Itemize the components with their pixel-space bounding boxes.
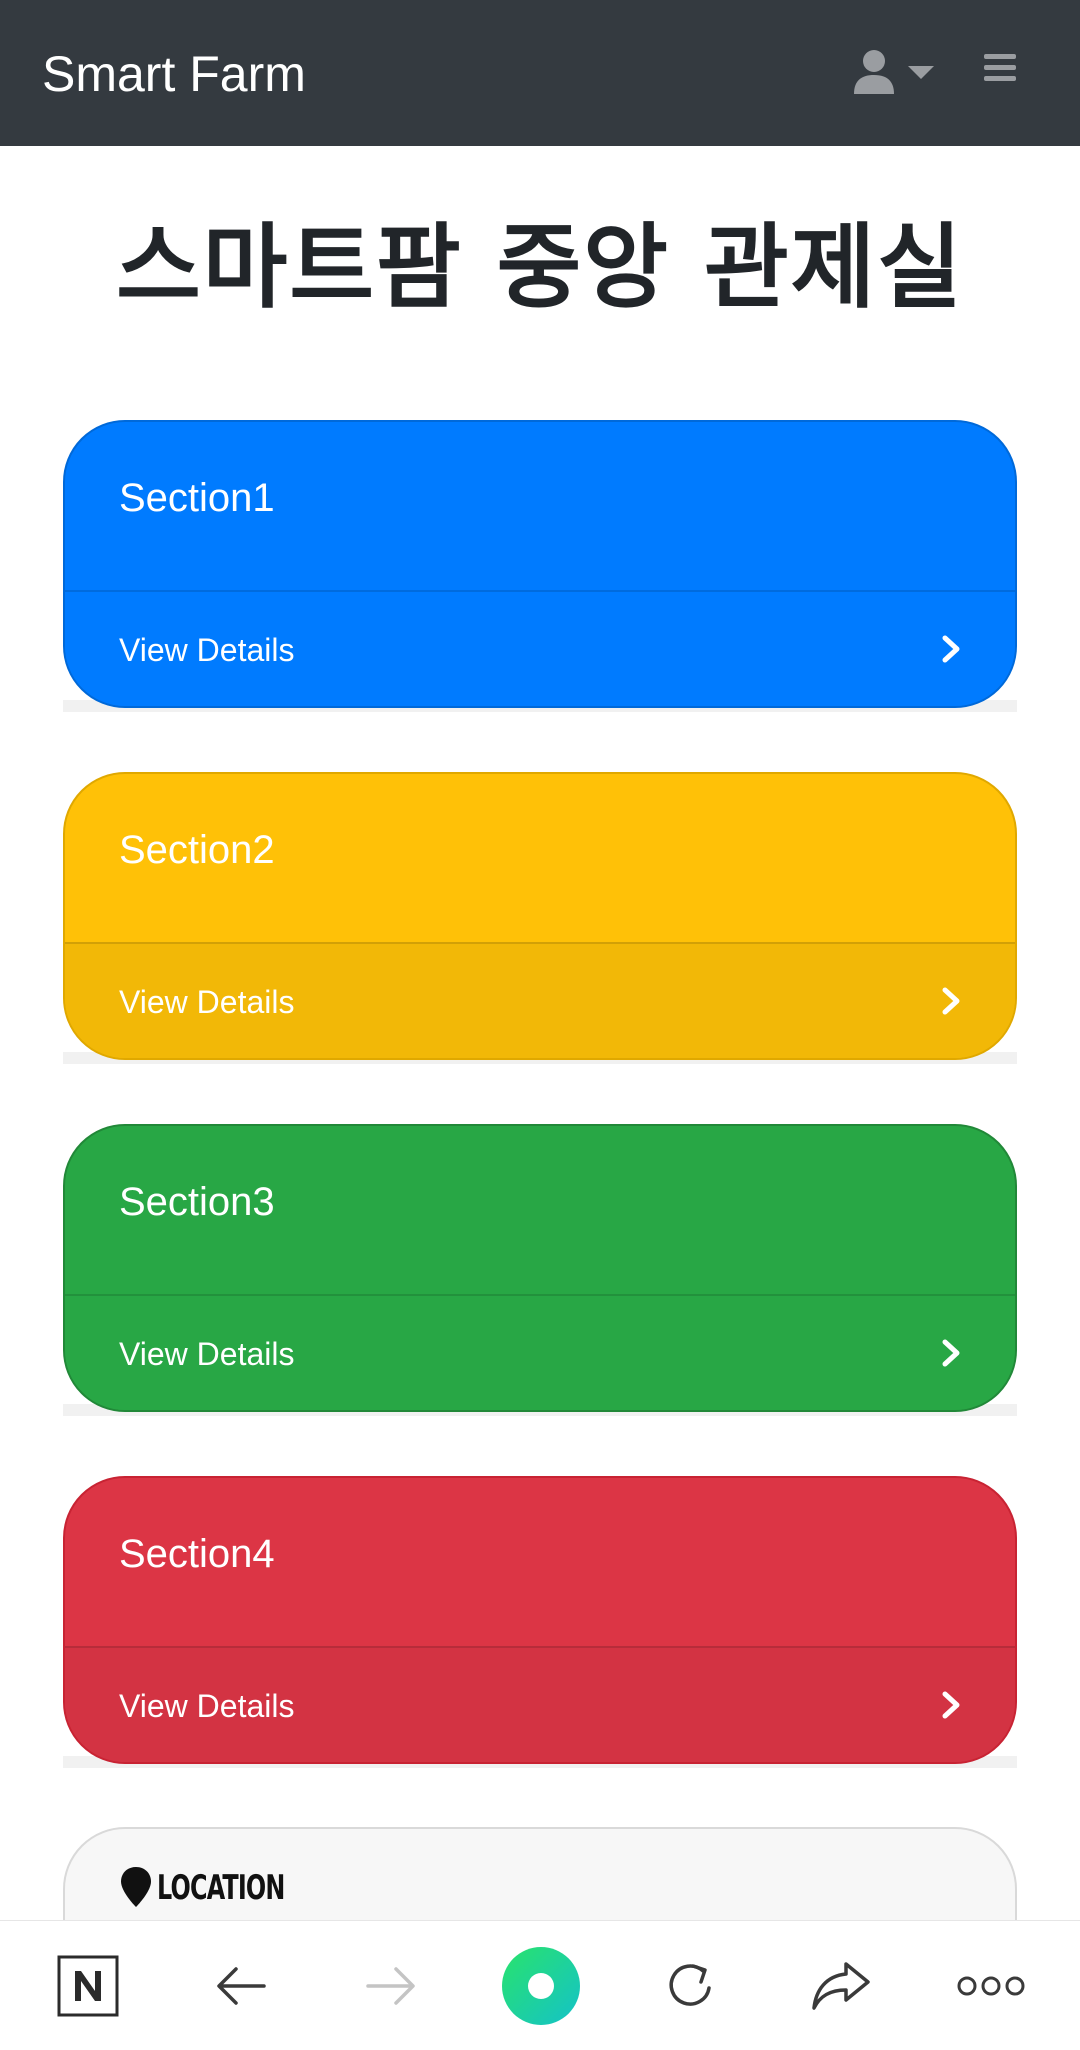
section-title: Section4 <box>119 1532 275 1576</box>
menu-toggle-button[interactable] <box>980 48 1020 88</box>
section-title: Section2 <box>119 828 275 872</box>
browser-toolbar <box>0 1920 1080 2050</box>
section-card-1: Section1 View Details <box>63 420 1017 708</box>
back-arrow-icon <box>217 1967 266 2005</box>
back-button[interactable] <box>196 1941 286 2031</box>
section-card-2: Section2 View Details <box>63 772 1017 1060</box>
reload-icon <box>669 1964 711 2006</box>
forward-arrow-icon <box>366 1967 415 2005</box>
section-card-body: Section2 <box>65 774 1015 942</box>
section-card-3: Section3 View Details <box>63 1124 1017 1412</box>
view-details-label: View Details <box>119 1688 295 1724</box>
page-title: 스마트팜 중앙 관제실 <box>116 214 964 321</box>
share-icon <box>812 1962 870 2010</box>
more-icon <box>957 1976 1025 1996</box>
brand-title[interactable]: Smart Farm <box>42 44 306 104</box>
view-details-label: View Details <box>119 984 295 1020</box>
section-card-4: Section4 View Details <box>63 1476 1017 1764</box>
chevron-right-icon <box>942 1339 960 1367</box>
green-dot-assistant-icon <box>502 1947 580 2025</box>
view-details-label: View Details <box>119 1336 295 1372</box>
section-card-body: Section4 <box>65 1478 1015 1646</box>
view-details-label: View Details <box>119 632 295 668</box>
naver-home-button[interactable] <box>43 1941 133 2031</box>
chevron-right-icon <box>942 987 960 1015</box>
top-navbar: Smart Farm <box>0 0 1080 146</box>
view-details-link[interactable]: View Details <box>65 942 1015 1058</box>
section-title: Section1 <box>119 476 275 520</box>
location-label: LOCATION <box>157 1868 285 1908</box>
section-card-body: Section3 <box>65 1126 1015 1294</box>
more-button[interactable] <box>946 1941 1036 2031</box>
section-title: Section3 <box>119 1180 275 1224</box>
view-details-link[interactable]: View Details <box>65 1294 1015 1410</box>
user-icon <box>854 50 894 94</box>
assistant-button[interactable] <box>496 1941 586 2031</box>
view-details-link[interactable]: View Details <box>65 1646 1015 1762</box>
reload-button[interactable] <box>646 1941 736 2031</box>
section-card-body: Section1 <box>65 422 1015 590</box>
map-marker-icon <box>121 1867 151 1907</box>
caret-down-icon <box>908 66 934 79</box>
chevron-right-icon <box>942 1691 960 1719</box>
chevron-right-icon <box>942 635 960 663</box>
user-dropdown-toggle[interactable] <box>852 44 942 100</box>
naver-home-icon <box>57 1955 119 2017</box>
forward-button[interactable] <box>346 1941 436 2031</box>
share-button[interactable] <box>796 1941 886 2031</box>
view-details-link[interactable]: View Details <box>65 590 1015 706</box>
hamburger-menu-icon <box>984 54 1016 81</box>
